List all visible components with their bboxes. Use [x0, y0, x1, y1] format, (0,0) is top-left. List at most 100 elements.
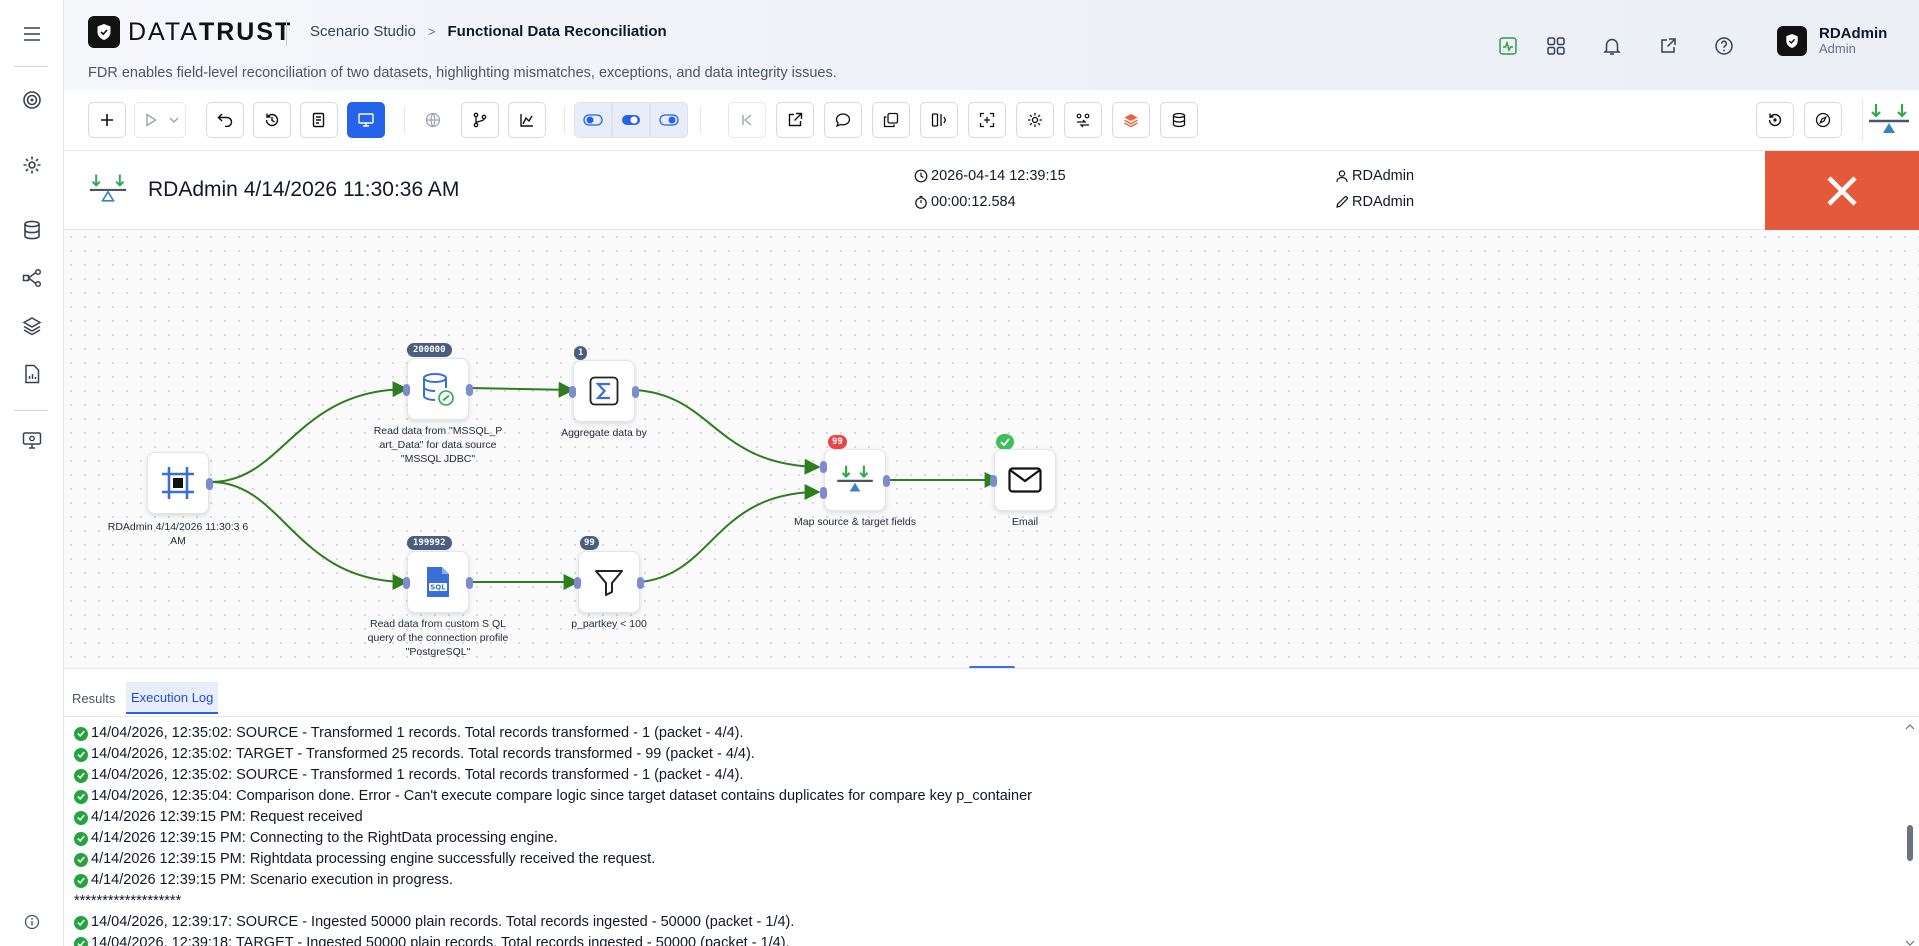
- breadcrumb: Scenario Studio > Functional Data Reconc…: [310, 23, 667, 40]
- output-port[interactable]: [206, 478, 213, 490]
- scale-icon: [837, 465, 873, 492]
- git-branch-icon: [473, 112, 487, 128]
- input-port[interactable]: [569, 386, 576, 398]
- open-external-button[interactable]: [776, 102, 814, 138]
- transform-button[interactable]: [1064, 102, 1102, 138]
- user-name: RDAdmin: [1819, 25, 1888, 42]
- input-port[interactable]: [820, 487, 827, 499]
- flow-node-target[interactable]: SQL: [403, 551, 473, 613]
- flow-node-source[interactable]: [403, 358, 473, 420]
- comment-button[interactable]: [824, 102, 862, 138]
- help-icon[interactable]: [1710, 32, 1738, 60]
- input-port[interactable]: [574, 577, 581, 589]
- info-icon[interactable]: [0, 902, 64, 942]
- log-line: 14/04/2026, 12:35:02: SOURCE - Transform…: [74, 765, 1894, 786]
- workflow-icon[interactable]: [0, 258, 64, 298]
- flow-node-map[interactable]: [820, 449, 890, 511]
- globe-button[interactable]: [414, 102, 452, 138]
- input-port[interactable]: [820, 461, 827, 473]
- navigate-button[interactable]: [1804, 102, 1842, 138]
- datastore-button[interactable]: [1160, 102, 1198, 138]
- tab-results[interactable]: Results: [67, 682, 120, 714]
- config-button[interactable]: [1016, 102, 1054, 138]
- flow-node-start[interactable]: [147, 452, 213, 514]
- chevron-right-icon: >: [427, 24, 436, 39]
- databricks-button[interactable]: [1112, 102, 1150, 138]
- brand-logo[interactable]: DATATRUST: [88, 16, 292, 48]
- start-time: 2026-04-14 12:39:15: [914, 168, 1066, 184]
- inspector-button[interactable]: [300, 102, 338, 138]
- check-circle-icon: [74, 873, 88, 888]
- log-text: 14/04/2026, 12:35:02: TARGET - Transform…: [91, 746, 755, 762]
- apps-grid-icon[interactable]: [1542, 32, 1570, 60]
- log-text: *******************: [74, 893, 182, 909]
- log-scrollbar[interactable]: [1905, 723, 1915, 946]
- layers-icon[interactable]: [0, 306, 64, 346]
- brand-name: DATATRUST: [128, 17, 293, 46]
- report-icon[interactable]: [0, 354, 64, 394]
- check-circle-icon: [74, 915, 88, 930]
- input-port[interactable]: [403, 577, 410, 589]
- tab-execution-log[interactable]: Execution Log: [126, 682, 219, 714]
- database-icon[interactable]: [0, 210, 64, 250]
- undo-button[interactable]: [206, 102, 244, 138]
- close-button[interactable]: [1765, 151, 1919, 230]
- log-line: *******************: [74, 891, 1894, 912]
- sigma-icon: [589, 376, 619, 406]
- copy-button[interactable]: [872, 102, 910, 138]
- compare-icon: [931, 113, 947, 127]
- toggle-right-icon: [659, 114, 679, 126]
- flow-canvas[interactable]: RDAdmin 4/14/2026 11:30:3 6 AM 200000 Re…: [64, 230, 1919, 668]
- scroll-thumb[interactable]: [1907, 825, 1913, 861]
- log-text: 14/04/2026, 12:35:02: SOURCE - Transform…: [91, 767, 744, 783]
- add-button[interactable]: [88, 102, 126, 138]
- input-port[interactable]: [403, 384, 410, 396]
- record-count-badge: 199992: [407, 536, 452, 550]
- monitor-icon[interactable]: [0, 420, 64, 460]
- log-line: 14/04/2026, 12:35:02: TARGET - Transform…: [74, 744, 1894, 765]
- flow-node-aggregate[interactable]: [569, 360, 639, 422]
- monitor-view-button[interactable]: [347, 102, 385, 138]
- bell-icon[interactable]: [1598, 32, 1626, 60]
- output-port[interactable]: [466, 577, 473, 589]
- close-icon: [1827, 175, 1857, 206]
- output-port[interactable]: [466, 384, 473, 396]
- execution-log[interactable]: 14/04/2026, 12:35:02: SOURCE - Transform…: [74, 723, 1894, 946]
- sql-file-icon: SQL: [427, 567, 449, 597]
- first-button[interactable]: [728, 102, 766, 138]
- output-port[interactable]: [637, 577, 644, 589]
- output-port[interactable]: [883, 475, 890, 487]
- edge-filter-map: [639, 484, 821, 583]
- schema-button[interactable]: [968, 102, 1006, 138]
- target-icon[interactable]: [0, 80, 64, 120]
- join-left-toggle[interactable]: [574, 102, 612, 138]
- chart-button[interactable]: [508, 102, 546, 138]
- compare-button[interactable]: [920, 102, 958, 138]
- user-menu[interactable]: RDAdmin Admin: [1777, 26, 1887, 56]
- check-circle-icon: [74, 831, 88, 846]
- record-count-badge: 99: [580, 536, 599, 550]
- header-divider: [286, 20, 287, 46]
- breadcrumb-parent[interactable]: Scenario Studio: [310, 23, 416, 40]
- log-text: 4/14/2026 12:39:15 PM: Request received: [91, 809, 363, 825]
- input-port[interactable]: [990, 475, 997, 487]
- frame-icon: [162, 467, 194, 499]
- menu-icon[interactable]: [0, 14, 64, 54]
- app-header: DATATRUST Scenario Studio > Functional D…: [64, 0, 1919, 90]
- join-inner-toggle[interactable]: [612, 102, 650, 138]
- output-port[interactable]: [632, 386, 639, 398]
- scroll-down-icon: [1905, 940, 1915, 946]
- join-right-toggle[interactable]: [650, 102, 688, 138]
- flow-node-filter[interactable]: [574, 551, 644, 613]
- branch-button[interactable]: [461, 102, 499, 138]
- flow-node-email[interactable]: [990, 449, 1056, 511]
- run-button[interactable]: [134, 102, 186, 138]
- restore-button[interactable]: [1756, 102, 1794, 138]
- history-button[interactable]: [253, 102, 291, 138]
- external-link-icon[interactable]: [1654, 32, 1682, 60]
- flow-node-label: Map source & target fields: [794, 516, 916, 528]
- settings-icon[interactable]: [0, 145, 64, 185]
- activity-icon[interactable]: [1494, 32, 1522, 60]
- duration: 00:00:12.584: [914, 194, 1016, 210]
- toggle-inner-icon: [622, 115, 640, 125]
